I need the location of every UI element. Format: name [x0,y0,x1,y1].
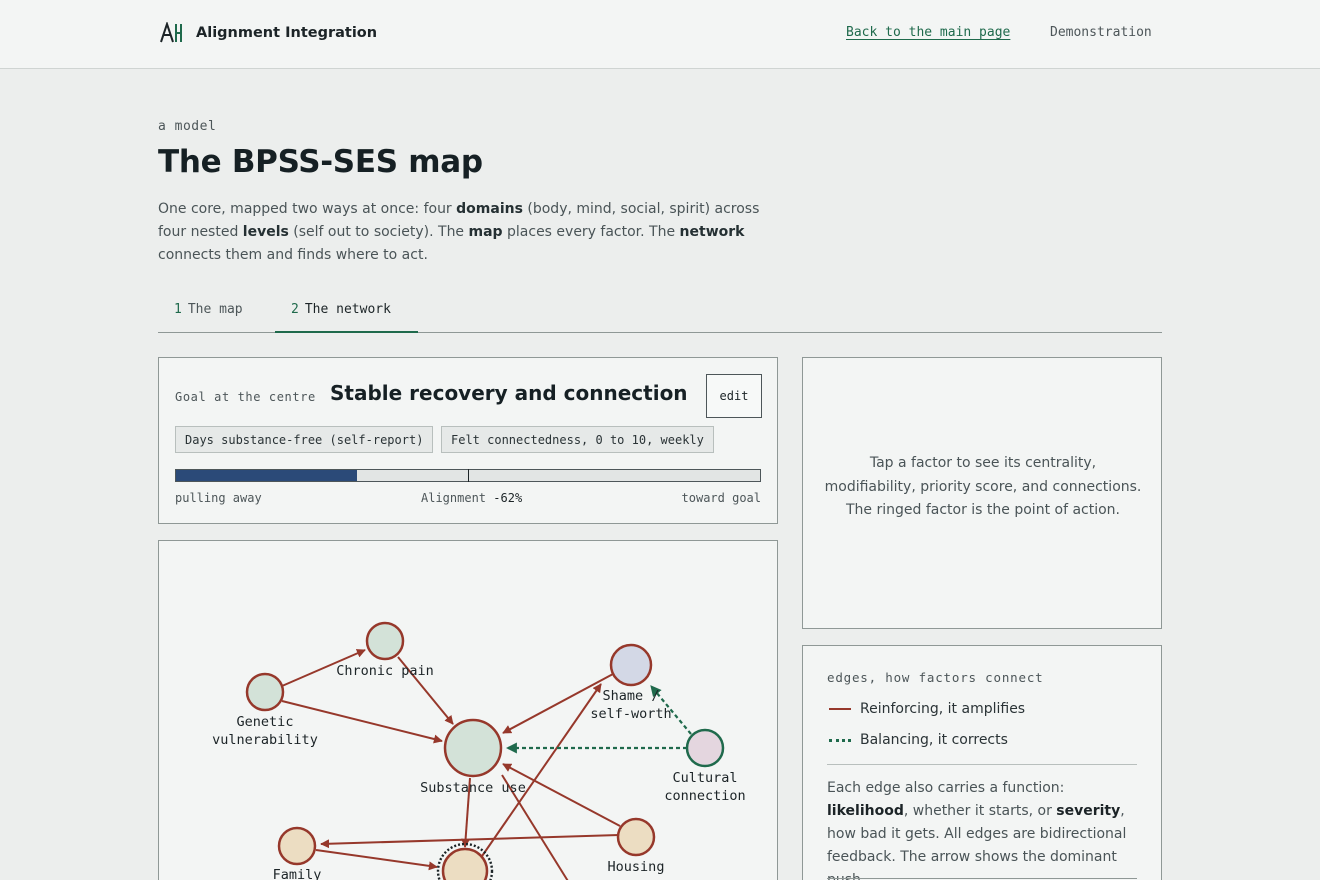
factor-label-substance: Substance use [420,780,526,796]
goal-label: Goal at the centre [175,390,316,404]
factor-label-cultural: connection [664,788,745,804]
brand-name: Alignment Integration [196,25,378,41]
edit-goal-button[interactable]: edit [706,374,762,418]
measure-chip: Days substance-free (self-report) [175,426,434,453]
tab-the-network[interactable]: 2 The network [275,302,418,333]
edge-housing-to-family[interactable] [320,834,620,849]
logo-icon [160,22,182,43]
nav-back-link[interactable]: Back to the main page [846,25,1010,40]
factor-details-panel: Tap a factor to see its centrality, modi… [802,357,1162,629]
factor-node-housing[interactable] [616,817,656,857]
factor-label-chronic-pain: Chronic pain [336,663,434,679]
factor-label-cultural: Cultural [672,770,737,786]
legend-balancing: Balancing, it corrects [829,732,1008,748]
factor-node-cultural[interactable] [685,728,725,768]
brand[interactable]: Alignment Integration [160,22,377,44]
measure-chip: Felt connectedness, 0 to 10, weekly [441,426,714,453]
pulling-away-label: pulling away [175,491,262,505]
edges-heading: edges, how factors connect [827,670,1044,685]
factor-node-chronic-pain[interactable] [365,621,405,661]
tab-bar: 1 The map 2 The network [158,298,1162,333]
reinforcing-line-swatch [829,708,851,710]
top-bar: Alignment Integration Back to the main p… [0,0,1320,69]
divider [827,878,1137,879]
eyebrow: a model [158,119,217,134]
factor-node-action[interactable] [441,847,489,880]
alignment-readout: Alignment -62% [421,491,523,505]
balancing-line-swatch [829,738,851,742]
nav-demonstration-link[interactable]: Demonstration [1050,25,1152,40]
intro-paragraph: One core, mapped two ways at once: four … [158,201,760,263]
factor-node-substance[interactable] [443,718,503,778]
factor-details-placeholder: Tap a factor to see its centrality, modi… [824,455,1142,518]
alignment-bar [175,469,761,482]
edge-family-to-action[interactable] [315,849,438,871]
network-card: Chronic pain Genetic vulnerability Substanc… [158,540,778,880]
factor-label-family: Family [273,867,322,880]
alignment-bar-fill [176,470,358,481]
page-title: The BPSS-SES map [158,144,483,180]
factor-node-family[interactable] [277,826,317,866]
factor-label-housing: Housing [608,859,665,875]
alignment-bar-midpoint [468,469,469,482]
edges-legend-card: edges, how factors connect Reinforcing, … [802,645,1162,880]
tab-the-map[interactable]: 1 The map [174,302,243,333]
network-graph[interactable]: Chronic pain Genetic vulnerability Substanc… [159,541,779,880]
factor-node-genetic[interactable] [245,672,285,712]
factor-label-shame: self-worth [590,706,671,722]
factor-label-genetic: vulnerability [212,732,318,748]
factor-label-genetic: Genetic [237,714,294,730]
goal-card: Goal at the centre Stable recovery and c… [158,357,778,524]
goal-title: Stable recovery and connection [330,381,688,405]
factor-label-shame: Shame / [603,688,660,704]
edge-shame-to-substance[interactable] [502,673,614,734]
edges-description: Each edge also carries a function: likel… [827,780,1127,880]
toward-goal-label: toward goal [681,491,761,505]
factor-node-shame[interactable] [609,643,653,687]
legend-reinforcing: Reinforcing, it amplifies [829,701,1025,717]
divider [827,764,1137,765]
edge-action-to-shame[interactable] [479,683,602,860]
